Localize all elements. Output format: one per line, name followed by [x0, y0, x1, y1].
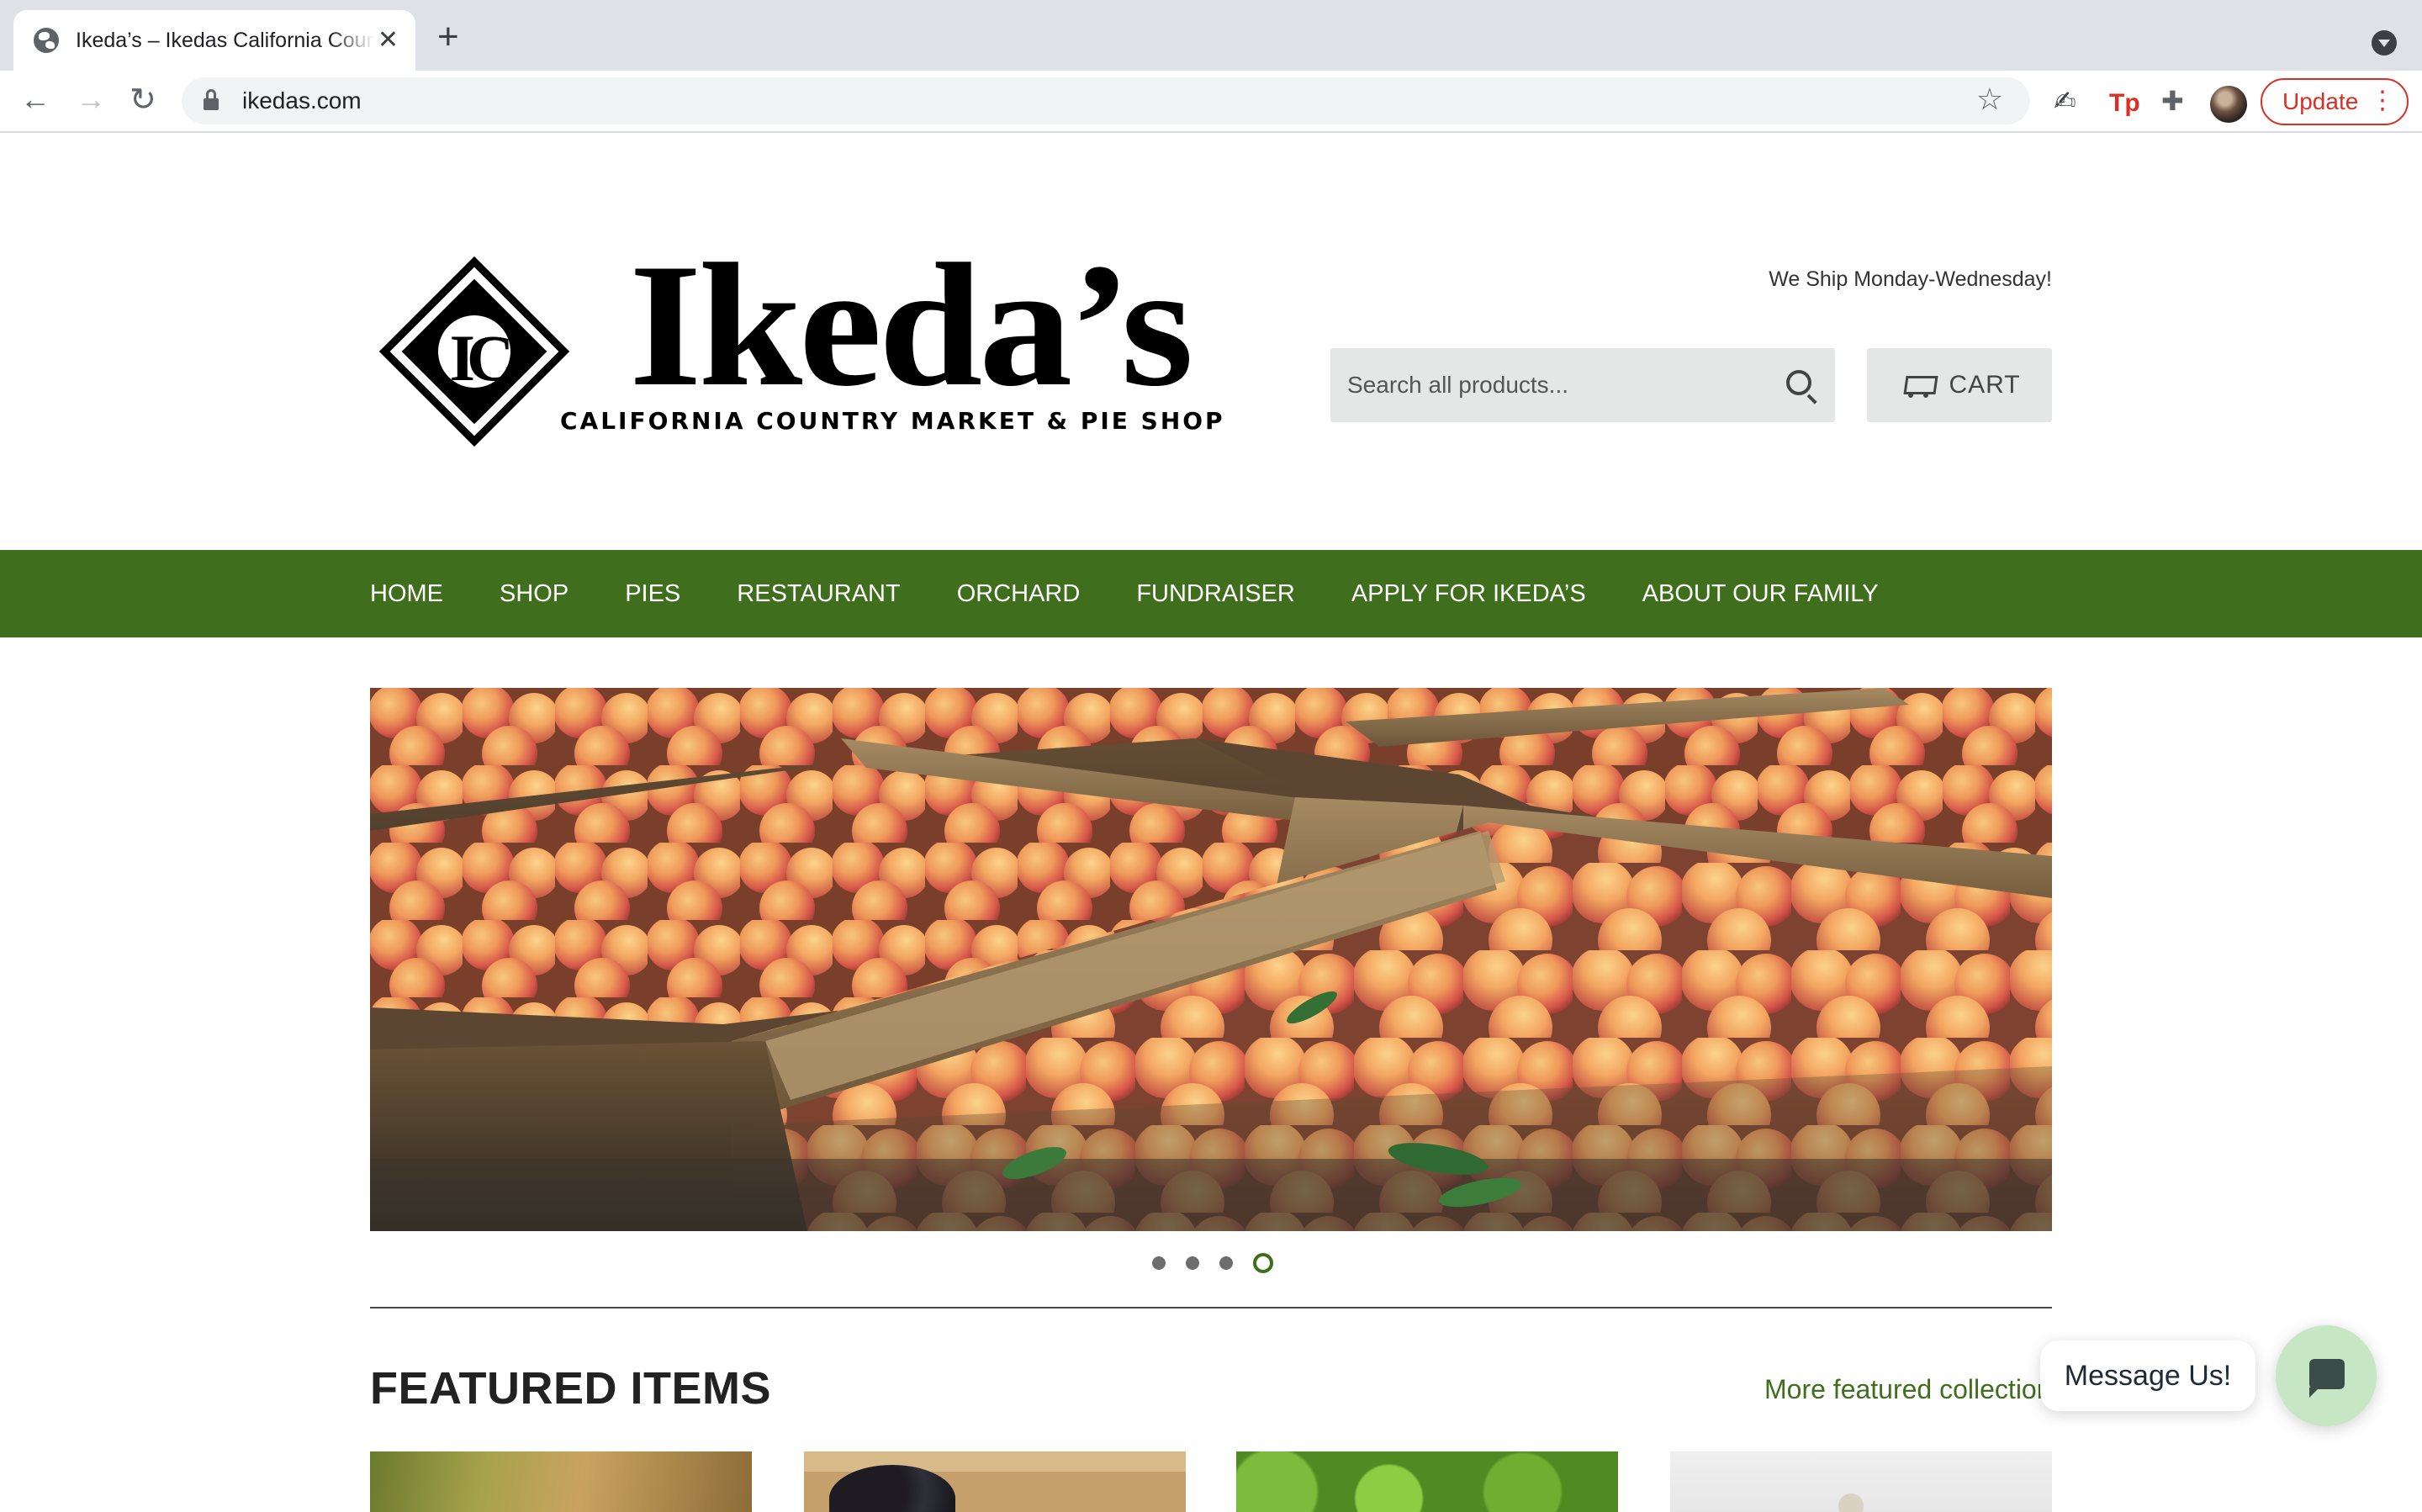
- slideshow-dots: [1152, 1253, 1273, 1273]
- profile-avatar[interactable]: [2210, 86, 2247, 123]
- cart-button[interactable]: CART: [1867, 348, 2052, 422]
- cart-label: CART: [1949, 371, 2021, 399]
- lock-icon[interactable]: [204, 89, 219, 110]
- tab-title: Ikeda’s – Ikedas California Country Mark…: [76, 28, 375, 52]
- reload-icon[interactable]: ↻: [130, 84, 156, 116]
- peaches-in-crates-image: [370, 688, 2052, 1231]
- nav-item-restaurant[interactable]: RESTAURANT: [737, 580, 900, 608]
- chat-message-bubble[interactable]: Message Us!: [2040, 1340, 2255, 1411]
- extensions-icon[interactable]: ✚: [2161, 87, 2184, 114]
- product-card-4[interactable]: [1670, 1451, 2052, 1512]
- hero-slide-image[interactable]: [370, 688, 2052, 1231]
- browser-tab[interactable]: Ikeda’s – Ikedas California Country Mark…: [13, 10, 415, 71]
- search-input[interactable]: [1347, 372, 1768, 399]
- browser-tab-bar: Ikeda’s – Ikedas California Country Mark…: [0, 0, 2422, 71]
- section-divider: [370, 1307, 2052, 1308]
- slide-dot-3[interactable]: [1219, 1256, 1233, 1270]
- signature-extension-icon[interactable]: ✍: [2054, 87, 2076, 114]
- slide-dot-2[interactable]: [1186, 1256, 1199, 1270]
- nav-item-apply[interactable]: APPLY FOR IKEDA’S: [1351, 580, 1586, 608]
- main-navigation: HOME SHOP PIES RESTAURANT ORCHARD FUNDRA…: [0, 550, 2422, 637]
- slide-dot-1[interactable]: [1152, 1256, 1166, 1270]
- nav-item-about[interactable]: ABOUT OUR FAMILY: [1642, 580, 1879, 608]
- forward-icon[interactable]: →: [76, 84, 106, 114]
- product-card-1[interactable]: [370, 1451, 752, 1512]
- nav-item-pies[interactable]: PIES: [625, 580, 680, 608]
- product-card-2[interactable]: [804, 1451, 1186, 1512]
- nav-item-home[interactable]: HOME: [370, 580, 443, 608]
- slide-dot-4-active[interactable]: [1253, 1253, 1273, 1273]
- chat-bubble-label: Message Us!: [2064, 1359, 2232, 1392]
- update-button[interactable]: Update ⋮: [2261, 78, 2409, 125]
- plus-icon[interactable]: +: [437, 19, 459, 56]
- web-page: IC Ikeda’s CALIFORNIA COUNTRY MARKET & P…: [0, 133, 2422, 1512]
- more-menu-icon[interactable]: ⋮: [2370, 88, 2395, 114]
- nav-item-fundraiser[interactable]: FUNDRAISER: [1136, 580, 1295, 608]
- featured-items-heading: FEATURED ITEMS: [370, 1363, 771, 1414]
- browser-toolbar: ← → ↻ ikedas.com ☆ ✍ Tp ✚ Update ⋮: [0, 71, 2422, 133]
- nav-item-shop[interactable]: SHOP: [500, 580, 568, 608]
- update-label: Update: [2282, 88, 2359, 114]
- chat-launcher-button[interactable]: [2276, 1325, 2377, 1426]
- tab-search-icon[interactable]: [2372, 30, 2397, 56]
- address-bar[interactable]: ikedas.com ☆: [182, 77, 2030, 124]
- cart-icon: [1898, 373, 1935, 398]
- url-text: ikedas.com: [242, 87, 362, 114]
- logo-name: Ikeda’s: [629, 228, 1193, 423]
- nav-item-orchard[interactable]: ORCHARD: [957, 580, 1081, 608]
- search-box[interactable]: [1330, 348, 1835, 422]
- close-icon[interactable]: ✕: [378, 28, 399, 53]
- globe-icon: [34, 28, 59, 53]
- search-icon[interactable]: [1786, 370, 1811, 395]
- chat-icon: [2309, 1359, 2345, 1398]
- logo-initials: IC: [449, 321, 515, 394]
- site-logo[interactable]: IC Ikeda’s CALIFORNIA COUNTRY MARKET & P…: [378, 237, 1223, 451]
- tp-extension-icon[interactable]: Tp: [2109, 91, 2140, 116]
- shipping-notice: We Ship Monday-Wednesday!: [1769, 267, 2052, 291]
- more-featured-link[interactable]: More featured collection: [1764, 1374, 2052, 1405]
- back-icon[interactable]: ←: [20, 84, 50, 114]
- star-icon[interactable]: ☆: [1976, 84, 2003, 114]
- logo-tagline: CALIFORNIA COUNTRY MARKET & PIE SHOP: [560, 407, 1225, 435]
- product-card-3[interactable]: [1236, 1451, 1618, 1512]
